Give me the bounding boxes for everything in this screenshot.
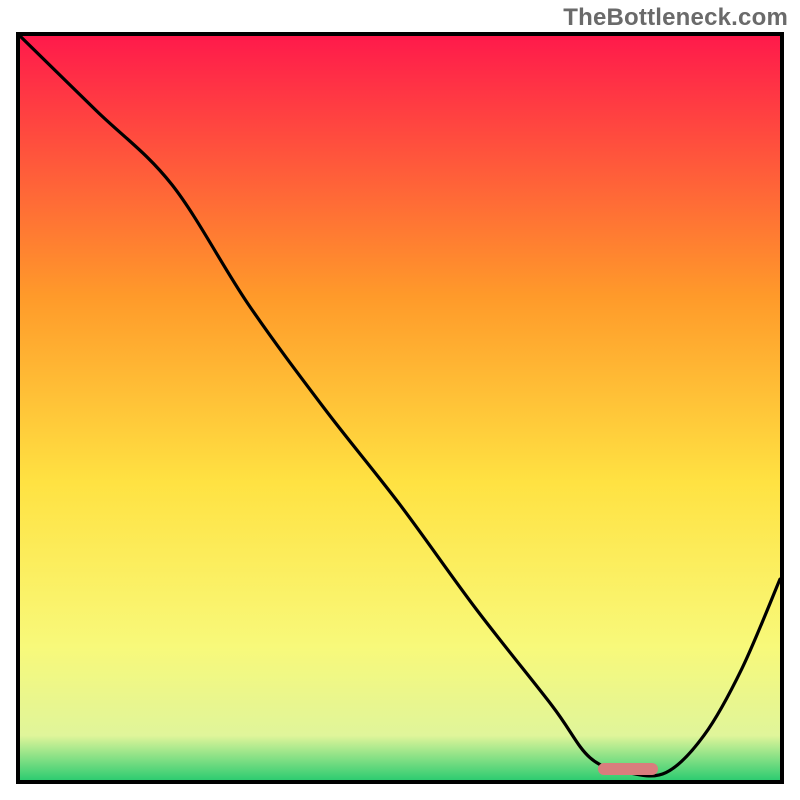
bottleneck-curve bbox=[20, 36, 780, 780]
optimal-range-marker bbox=[598, 763, 659, 775]
chart-container: TheBottleneck.com bbox=[0, 0, 800, 800]
curve-path bbox=[20, 36, 780, 776]
watermark-text: TheBottleneck.com bbox=[563, 4, 788, 32]
plot-frame bbox=[16, 32, 784, 784]
